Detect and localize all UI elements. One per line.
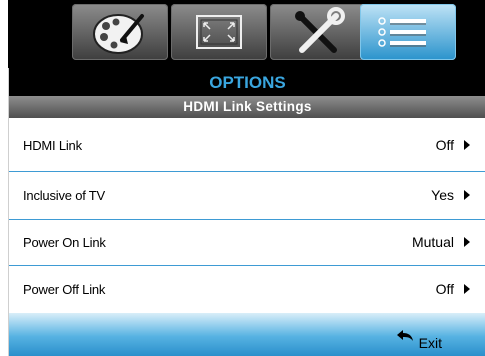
display-frame-icon [196, 15, 242, 49]
menu-item-label: HDMI Link [23, 138, 82, 153]
tab-bar [8, 0, 485, 68]
arrow-right-icon[interactable] [464, 237, 470, 247]
menu-item-power-on-link[interactable]: Power On Link Mutual [9, 224, 485, 260]
options-list-icon [378, 17, 426, 47]
separator [9, 171, 485, 172]
tools-icon [295, 7, 345, 53]
tab-display[interactable] [171, 4, 267, 60]
arrow-right-icon[interactable] [464, 190, 470, 200]
menu-item-value[interactable]: Off [436, 137, 454, 153]
menu-subtitle: HDMI Link Settings [9, 96, 485, 118]
exit-button[interactable]: Exit [419, 335, 442, 351]
menu-item-value[interactable]: Yes [431, 187, 454, 203]
arrow-right-icon[interactable] [464, 284, 470, 294]
menu-item-label: Power On Link [23, 235, 106, 250]
menu-item-power-off-link[interactable]: Power Off Link Off [9, 271, 485, 307]
menu-footer: Exit [9, 313, 485, 356]
tab-options[interactable] [360, 4, 456, 60]
menu-item-value[interactable]: Mutual [412, 234, 454, 250]
menu-item-label: Inclusive of TV [23, 188, 106, 203]
separator [9, 265, 485, 266]
options-menu: OPTIONS HDMI Link Settings HDMI Link Off… [8, 68, 485, 356]
tab-image-settings[interactable] [72, 4, 168, 60]
menu-item-inclusive-of-tv[interactable]: Inclusive of TV Yes [9, 177, 485, 213]
return-arrow-icon[interactable] [396, 329, 414, 343]
menu-title: OPTIONS [9, 68, 485, 96]
palette-icon [93, 14, 144, 54]
separator [9, 219, 485, 220]
menu-item-value[interactable]: Off [436, 281, 454, 297]
arrow-right-icon[interactable] [464, 140, 470, 150]
tab-setup[interactable] [270, 4, 366, 60]
menu-item-hdmi-link[interactable]: HDMI Link Off [9, 127, 485, 163]
menu-item-label: Power Off Link [23, 282, 106, 297]
